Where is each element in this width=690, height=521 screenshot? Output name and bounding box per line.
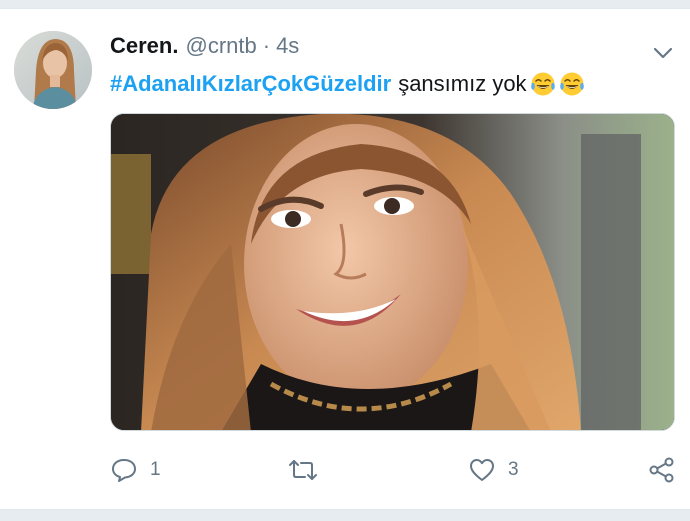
tweet-photo[interactable] (110, 113, 675, 431)
chevron-down-icon[interactable] (652, 43, 674, 63)
like-count: 3 (508, 459, 519, 480)
reply-button[interactable]: 1 (110, 457, 161, 483)
face-with-tears-of-joy-icon (559, 71, 585, 97)
user-handle[interactable]: @crntb (185, 33, 256, 59)
face-with-tears-of-joy-icon (530, 71, 556, 97)
share-icon (648, 457, 676, 483)
share-button[interactable] (648, 457, 676, 483)
tweet-actions: 1 3 (0, 449, 690, 489)
retweet-icon (288, 457, 318, 483)
hashtag-link[interactable]: #AdanalıKızlarÇokGüzeldir (110, 71, 391, 97)
tweet-card[interactable]: Ceren. @crntb · 4s #AdanalıKızlarÇokGüze… (0, 8, 690, 510)
reply-icon (110, 457, 138, 483)
timestamp[interactable]: 4s (276, 33, 299, 59)
tweet-header: Ceren. @crntb · 4s (110, 33, 299, 63)
heart-icon (468, 457, 496, 483)
tweet-body-text: şansımız yok (398, 71, 527, 96)
display-name[interactable]: Ceren. (110, 33, 178, 59)
avatar[interactable] (14, 31, 92, 109)
header-separator: · (262, 33, 271, 58)
like-button[interactable]: 3 (468, 457, 519, 483)
tweet-text: #AdanalıKızlarÇokGüzeldir şansımız yok (110, 71, 585, 97)
reply-count: 1 (150, 459, 161, 480)
retweet-button[interactable] (288, 457, 330, 483)
